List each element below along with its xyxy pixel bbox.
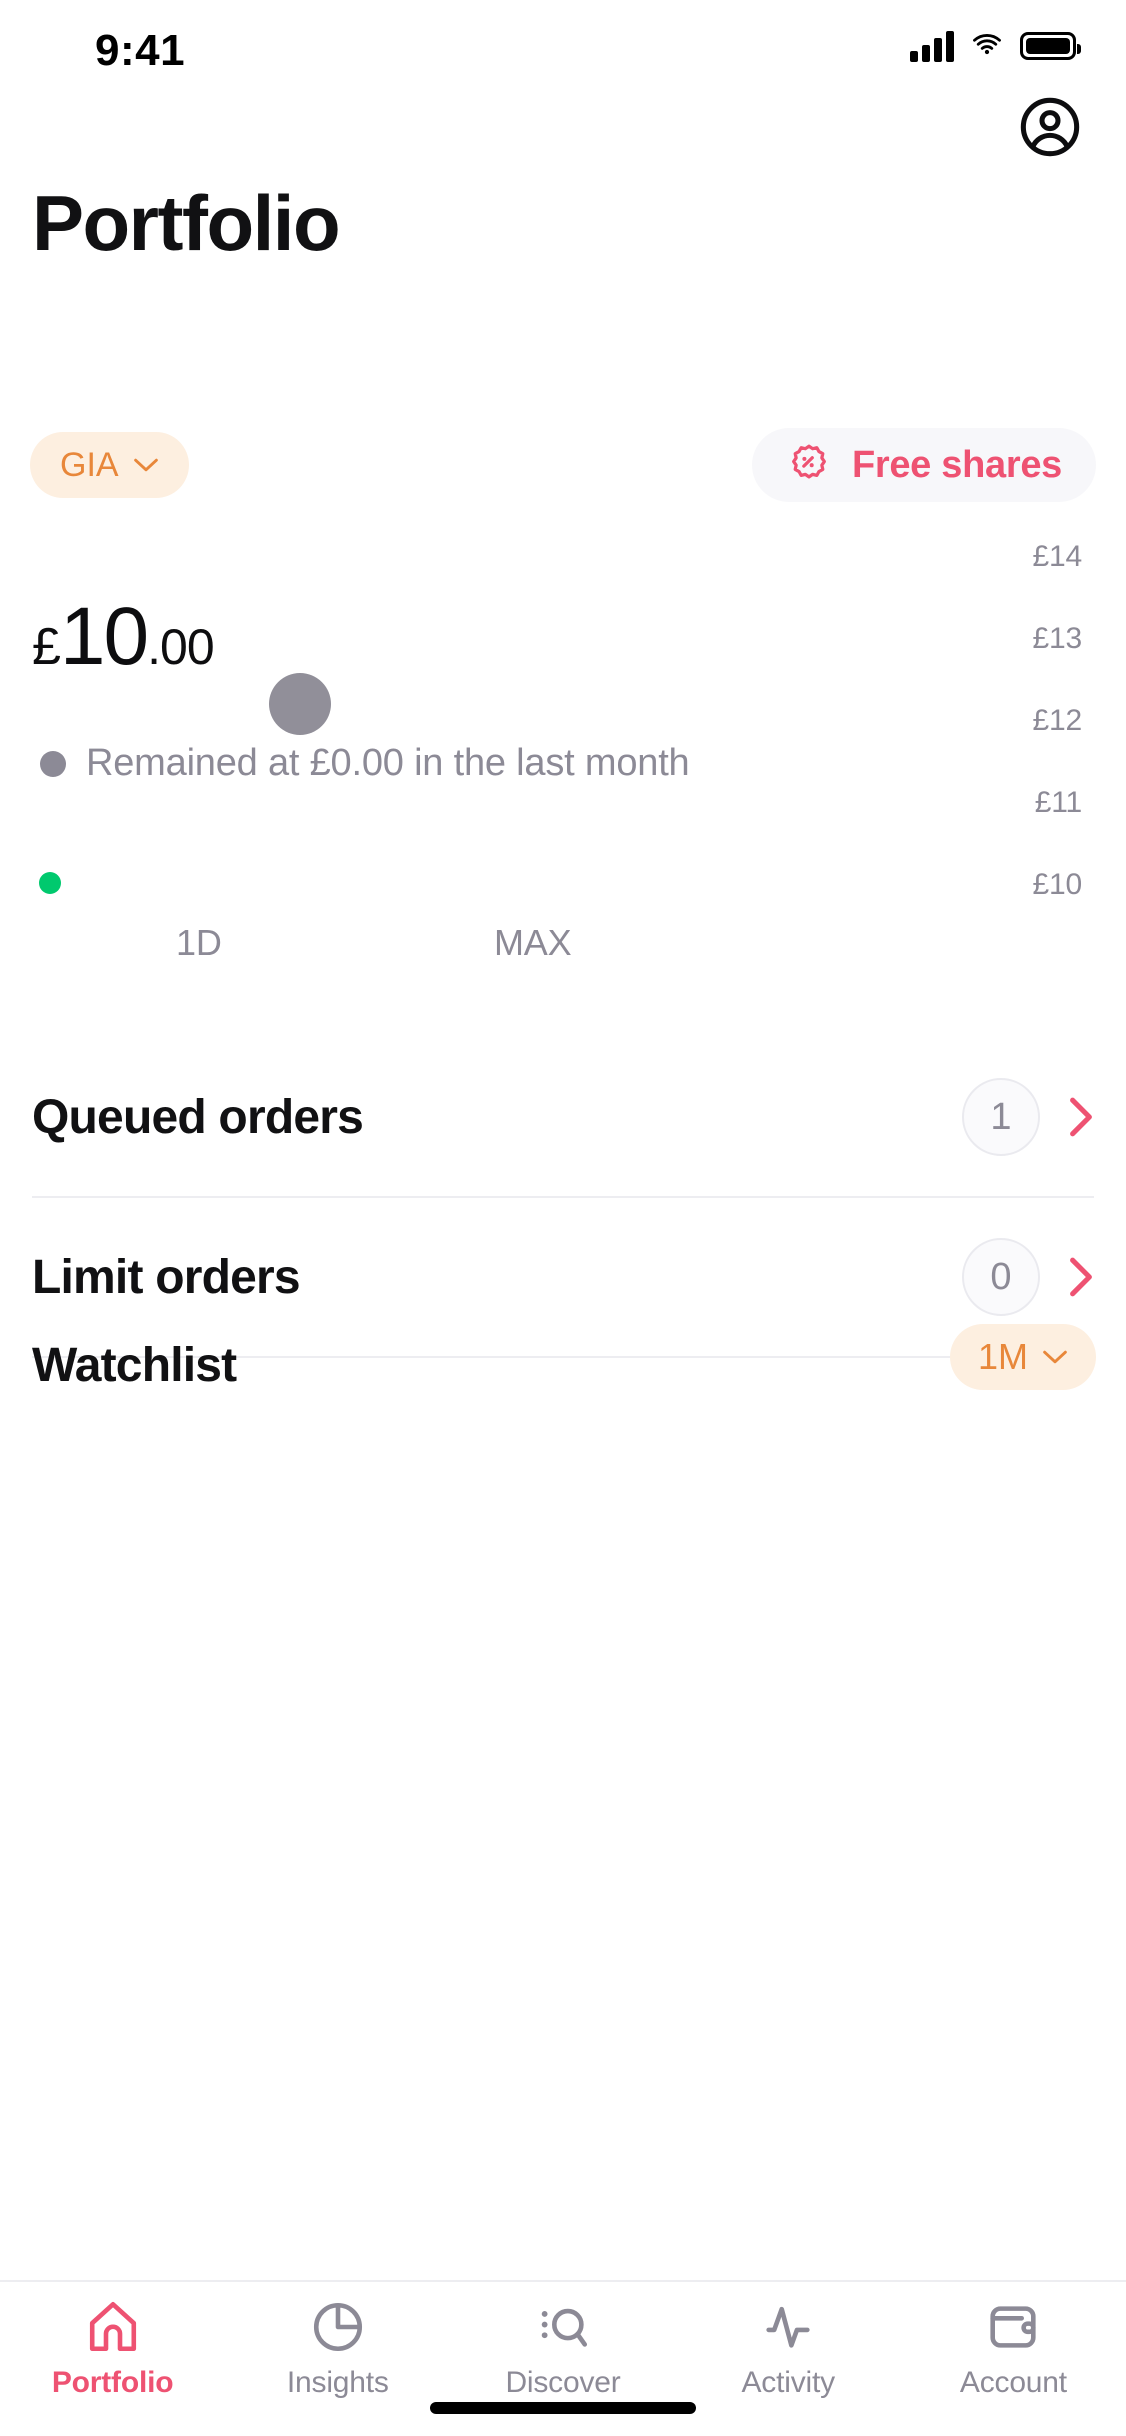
account-toolbar: GIA Free shares: [0, 428, 1126, 516]
limit-orders-label: Limit orders: [32, 1250, 301, 1304]
account-circle-icon[interactable]: [1018, 95, 1082, 159]
account-selector-label: GIA: [60, 445, 119, 484]
battery-full-icon: [1020, 32, 1081, 60]
tab-insights-label: Insights: [286, 2366, 389, 2399]
chevron-down-icon: [1043, 1350, 1067, 1364]
chart-hover-marker[interactable]: [269, 673, 331, 735]
watchlist-period-selector[interactable]: 1M: [949, 1324, 1096, 1390]
chevron-right-icon[interactable]: [1068, 1256, 1094, 1298]
queued-orders-meta: 1: [962, 1078, 1094, 1156]
tab-account-label: Account: [959, 2366, 1067, 2399]
activity-pulse-icon: [766, 2306, 810, 2348]
home-indicator: [430, 2402, 696, 2414]
limit-orders-meta: 0: [962, 1238, 1094, 1316]
page-title: Portfolio: [32, 179, 341, 267]
tab-portfolio[interactable]: Portfolio: [0, 2282, 225, 2400]
y-axis-label: £10: [1032, 868, 1083, 901]
cellular-signal-icon: [910, 30, 954, 62]
watchlist-title: Watchlist: [32, 1339, 237, 1392]
account-selector-pill[interactable]: GIA: [30, 432, 189, 498]
y-axis-label: £12: [1032, 704, 1083, 737]
limit-orders-count: 0: [962, 1238, 1040, 1316]
status-bar-time: 9:41: [95, 26, 186, 75]
chart-range-selector: 1D MAX: [0, 922, 1126, 982]
chevron-down-icon: [133, 458, 158, 472]
tab-discover-label: Discover: [505, 2366, 621, 2399]
tab-account[interactable]: Account: [901, 2282, 1126, 2400]
search-list-icon: [541, 2308, 588, 2347]
queued-orders-label: Queued orders: [32, 1090, 364, 1144]
y-axis-label: £14: [1032, 540, 1083, 573]
status-bar-indicators: [910, 30, 1081, 62]
tab-activity[interactable]: Activity: [676, 2282, 901, 2400]
tab-discover[interactable]: Discover: [450, 2282, 675, 2400]
range-option-max[interactable]: MAX: [494, 922, 572, 964]
tab-portfolio-label: Portfolio: [51, 2366, 174, 2399]
y-axis-label: £11: [1034, 786, 1082, 819]
ticket-percent-icon: [791, 444, 826, 479]
chart-current-value-marker: [39, 872, 61, 894]
portfolio-screen: 9:41 Portfolio GIA Free shares £ 10 .00 …: [0, 0, 1126, 2436]
portfolio-chart[interactable]: £14 £13 £12 £11 £10: [0, 530, 1126, 920]
wallet-icon: [990, 2306, 1037, 2348]
queued-orders-row[interactable]: Queued orders 1: [32, 1038, 1094, 1198]
home-icon: [89, 2301, 136, 2352]
free-shares-button[interactable]: Free shares: [751, 428, 1096, 502]
watchlist-period-label: 1M: [977, 1336, 1028, 1377]
pie-chart-icon: [313, 2302, 362, 2352]
orders-section: Queued orders 1 Limit orders 0: [0, 1038, 1126, 1358]
wifi-icon: [973, 33, 1001, 55]
queued-orders-count: 1: [962, 1078, 1040, 1156]
watchlist-section: Watchlist 1M: [0, 1324, 1126, 1440]
chevron-right-icon[interactable]: [1068, 1096, 1094, 1138]
status-bar: 9:41: [0, 0, 1126, 100]
free-shares-label: Free shares: [851, 443, 1062, 486]
tab-activity-label: Activity: [741, 2366, 836, 2399]
tab-insights[interactable]: Insights: [225, 2282, 450, 2400]
range-option-1d[interactable]: 1D: [176, 922, 222, 964]
y-axis-label: £13: [1032, 622, 1083, 655]
